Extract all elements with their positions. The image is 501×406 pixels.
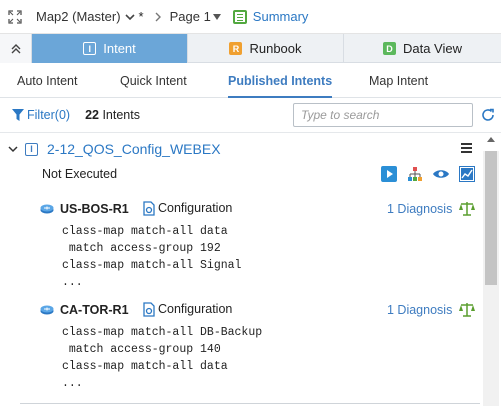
intent-title[interactable]: 2-12_QOS_Config_WEBEX	[47, 141, 221, 157]
device-header: US-BOS-R1 Configuration 1 Diagnosis	[40, 200, 480, 218]
router-icon	[40, 204, 54, 214]
filter-button[interactable]: Filter(0)	[27, 108, 70, 122]
device-header: CA-TOR-R1 Configuration 1 Diagnosis	[40, 301, 480, 319]
subtab-quick-intent[interactable]: Quick Intent	[120, 63, 187, 98]
subtab-auto-intent[interactable]: Auto Intent	[17, 63, 77, 98]
config-snippet: class-map match-all data match access-gr…	[62, 225, 242, 289]
router-icon	[40, 305, 54, 315]
intent-count: 22 Intents	[85, 108, 140, 122]
intent-actions	[380, 165, 484, 183]
eye-icon[interactable]	[432, 165, 450, 183]
chevron-down-icon[interactable]	[7, 143, 19, 155]
balance-scale-icon[interactable]	[459, 302, 475, 318]
intent-header[interactable]: I 2-12_QOS_Config_WEBEX	[7, 141, 221, 157]
topology-icon[interactable]	[406, 165, 424, 183]
intent-count-suffix: Intents	[98, 108, 140, 122]
config-file-icon	[143, 302, 155, 317]
intent-badge-icon: I	[83, 42, 97, 55]
intent-count-number: 22	[85, 108, 99, 122]
chart-icon[interactable]	[458, 165, 476, 183]
map-name[interactable]: Map2 (Master)	[36, 9, 121, 24]
chevron-down-icon[interactable]	[124, 13, 135, 21]
fullscreen-icon[interactable]	[8, 9, 22, 24]
divider	[20, 403, 480, 404]
config-snippet: class-map match-all DB-Backup match acce…	[62, 326, 263, 390]
tab-data-view[interactable]: D Data View	[344, 34, 501, 63]
hamburger-menu-icon[interactable]	[461, 143, 472, 154]
search-input[interactable]	[293, 103, 473, 127]
device-name[interactable]: CA-TOR-R1	[60, 303, 129, 317]
device-block: US-BOS-R1 Configuration 1 Diagnosis clas…	[40, 200, 480, 291]
scroll-up-arrow-icon[interactable]	[487, 137, 495, 142]
config-label[interactable]: Configuration	[158, 302, 232, 316]
double-chevron-up-icon	[11, 43, 20, 53]
diagnosis-link[interactable]: 1 Diagnosis	[387, 202, 452, 216]
tab-label: Data View	[402, 41, 462, 56]
balance-scale-icon[interactable]	[459, 201, 475, 217]
page-name[interactable]: Page 1	[170, 9, 211, 24]
tab-label: Intent	[103, 41, 136, 56]
breadcrumb-bar: Map2 (Master) * Page 1 Summary	[0, 0, 501, 34]
config-label[interactable]: Configuration	[158, 201, 232, 215]
subtab-map-intent[interactable]: Map Intent	[369, 63, 428, 98]
summary-icon[interactable]	[232, 9, 247, 24]
filter-row: Filter(0) 22 Intents	[0, 98, 501, 132]
intent-icon: I	[25, 142, 38, 156]
device-name[interactable]: US-BOS-R1	[60, 202, 129, 216]
intent-subtabs: Auto Intent Quick Intent Published Inten…	[0, 63, 501, 98]
tab-intent[interactable]: I Intent	[32, 34, 188, 63]
collapse-button[interactable]	[0, 34, 32, 63]
subtab-published-intents[interactable]: Published Intents	[228, 63, 333, 98]
tab-label: Runbook	[249, 41, 302, 56]
runbook-badge-icon: R	[229, 42, 243, 55]
filter-icon[interactable]	[12, 109, 24, 121]
config-file-icon	[143, 201, 155, 216]
data-view-badge-icon: D	[382, 42, 396, 55]
summary-link[interactable]: Summary	[253, 9, 309, 24]
scrollbar-thumb[interactable]	[485, 151, 497, 285]
chevron-right-icon	[155, 12, 161, 21]
modified-marker: *	[138, 9, 144, 24]
intent-list: I 2-12_QOS_Config_WEBEX Not Executed US-…	[0, 132, 501, 406]
device-block: CA-TOR-R1 Configuration 1 Diagnosis clas…	[40, 301, 480, 392]
main-tabs: I Intent R Runbook D Data View	[0, 34, 501, 63]
chevron-down-icon[interactable]	[212, 13, 221, 20]
run-icon[interactable]	[380, 165, 398, 183]
diagnosis-link[interactable]: 1 Diagnosis	[387, 303, 452, 317]
execution-status: Not Executed	[42, 167, 118, 181]
tab-runbook[interactable]: R Runbook	[188, 34, 344, 63]
refresh-icon[interactable]	[481, 108, 495, 122]
